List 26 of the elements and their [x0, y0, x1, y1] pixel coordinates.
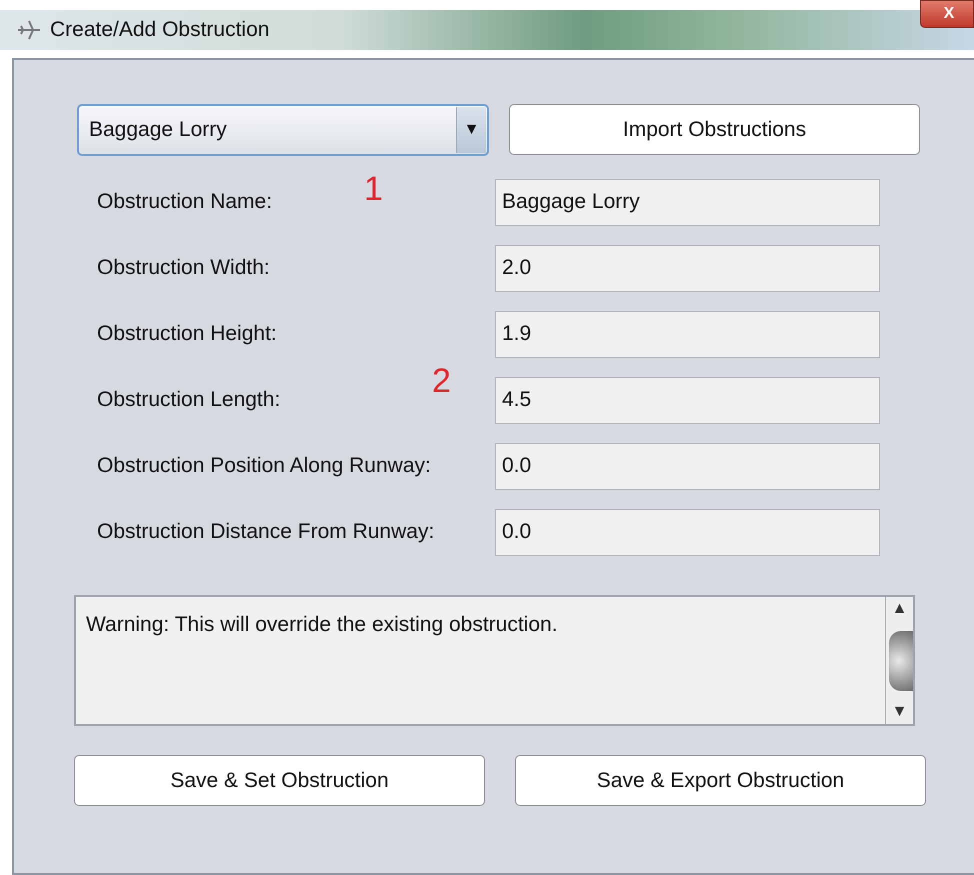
- input-field[interactable]: 1.9: [495, 310, 880, 358]
- scrollbar[interactable]: ▲ ▼: [885, 597, 913, 724]
- window-title: Create/Add Obstruction: [50, 17, 270, 44]
- input-field[interactable]: Baggage Lorry: [495, 178, 880, 226]
- field-label: Obstruction Width:: [97, 256, 270, 280]
- scroll-up-button[interactable]: ▲: [892, 601, 908, 617]
- warning-message: Warning: This will override the existing obstruction.: [85, 612, 559, 638]
- obstruction-dropdown[interactable]: Baggage Lorry ▼: [77, 104, 489, 156]
- field-label: Obstruction Name:: [97, 190, 272, 214]
- airplane-icon: [16, 18, 42, 42]
- field-label: Obstruction Distance From Runway:: [97, 520, 434, 544]
- input-field[interactable]: 0.0: [495, 508, 880, 556]
- annotation-label: 2: [432, 361, 451, 402]
- close-button[interactable]: X: [920, 0, 974, 28]
- import-button[interactable]: Import Obstructions: [509, 104, 920, 155]
- save-button[interactable]: Save & Set Obstruction: [74, 755, 485, 806]
- input-field[interactable]: 0.0: [495, 442, 880, 490]
- field-label: Obstruction Height:: [97, 322, 277, 346]
- input-field[interactable]: 2.0: [495, 244, 880, 292]
- annotation-label: 1: [364, 169, 383, 210]
- scroll-down-button[interactable]: ▼: [892, 704, 908, 720]
- field-label: Obstruction Position Along Runway:: [97, 454, 431, 478]
- field-label: Obstruction Length:: [97, 388, 280, 412]
- save-button[interactable]: Save & Export Obstruction: [515, 755, 926, 806]
- input-field[interactable]: 4.5: [495, 376, 880, 424]
- scroll-thumb[interactable]: [889, 630, 913, 690]
